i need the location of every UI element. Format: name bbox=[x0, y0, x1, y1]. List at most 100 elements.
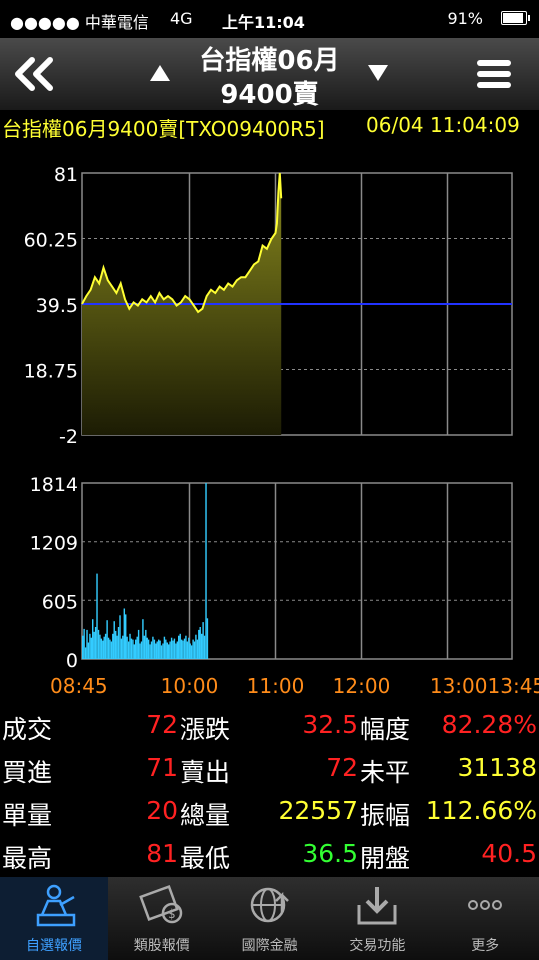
stat-label: 總量 bbox=[180, 801, 231, 830]
volume-bar bbox=[176, 641, 179, 659]
volume-bar bbox=[142, 619, 144, 659]
battery-icon bbox=[501, 11, 530, 25]
y-tick-label: 18.75 bbox=[24, 361, 78, 383]
volume-bar bbox=[168, 644, 170, 659]
volume-bar bbox=[96, 573, 98, 659]
y-tick-label: 0 bbox=[66, 650, 78, 672]
time-tick-label: 13:45 bbox=[488, 674, 539, 698]
volume-bar bbox=[156, 641, 158, 659]
tab-globe[interactable]: 國際金融 bbox=[216, 877, 324, 960]
volume-bar bbox=[109, 639, 111, 659]
y-tick-label: 1814 bbox=[30, 474, 78, 496]
volume-bar bbox=[100, 638, 103, 659]
volume-bar bbox=[132, 639, 134, 659]
stat-value: 72 bbox=[146, 710, 178, 739]
stat-value: 72 bbox=[326, 753, 358, 782]
menu-button[interactable] bbox=[468, 50, 520, 98]
carrier-label: ●●●●● 中華電信 bbox=[10, 13, 149, 32]
stat-value: 31138 bbox=[457, 753, 537, 782]
time-tick-label: 08:45 bbox=[50, 674, 108, 698]
tab-more-dots[interactable]: 更多 bbox=[431, 877, 539, 960]
quote-datetime: 06/04 11:04:09 bbox=[366, 113, 520, 137]
volume-bar bbox=[110, 641, 113, 659]
nav-bar: 台指權06月 9400賣 bbox=[0, 38, 539, 110]
time-axis: 08:45 10:00 11:00 12:00 13:00 13:45 bbox=[50, 674, 539, 698]
volume-bar bbox=[123, 608, 126, 659]
stat-value: 112.66% bbox=[425, 796, 537, 825]
volume-bar bbox=[119, 615, 121, 659]
volume-bar bbox=[162, 643, 164, 659]
volume-bar bbox=[206, 618, 209, 659]
stat-label: 買進 bbox=[2, 758, 53, 787]
tab-tray-download[interactable]: 交易功能 bbox=[323, 877, 431, 960]
stat-label: 最低 bbox=[180, 844, 231, 873]
volume-chart: 1814 1209 605 0 bbox=[30, 474, 513, 672]
volume-bar bbox=[122, 635, 124, 659]
volume-bar bbox=[159, 640, 161, 659]
time-tick-label: 10:00 bbox=[161, 674, 219, 698]
y-tick-label: 605 bbox=[42, 591, 78, 613]
volume-bar bbox=[198, 629, 200, 659]
volume-bar bbox=[160, 645, 163, 659]
stats-row: 買進 71 賣出 72 未平 31138 bbox=[0, 749, 539, 791]
more-dots-icon bbox=[468, 900, 503, 910]
stat-value: 40.5 bbox=[481, 839, 537, 868]
stat-label: 振幅 bbox=[360, 801, 411, 830]
status-bar: ●●●●● 中華電信 4G 上午11:04 91% bbox=[0, 0, 539, 38]
volume-bar bbox=[196, 639, 199, 659]
page-subtitle: 9400賣 bbox=[220, 80, 319, 110]
battery-percent: 91% bbox=[447, 9, 483, 28]
volume-bar bbox=[173, 638, 176, 659]
time-tick-label: 13:00 bbox=[430, 674, 488, 698]
stat-label: 成交 bbox=[2, 715, 53, 744]
clock-label: 上午11:04 bbox=[222, 13, 305, 32]
stat-label: 漲跌 bbox=[180, 715, 231, 744]
volume-bar bbox=[137, 629, 140, 659]
volume-bar bbox=[180, 639, 183, 659]
volume-bar bbox=[182, 640, 184, 659]
volume-bar bbox=[87, 642, 90, 659]
volume-bar bbox=[125, 614, 127, 659]
volume-bar bbox=[178, 635, 180, 659]
volume-bar bbox=[112, 633, 114, 659]
tab-film-coin[interactable]: $ 類股報價 bbox=[108, 877, 216, 960]
tab-stock-picker[interactable]: 自選報價 bbox=[0, 877, 108, 960]
volume-bar bbox=[89, 633, 91, 659]
volume-bar bbox=[146, 637, 148, 659]
stat-label: 開盤 bbox=[360, 844, 411, 873]
svg-text:$: $ bbox=[168, 907, 176, 921]
time-tick-label: 12:00 bbox=[333, 674, 391, 698]
stat-value: 81 bbox=[146, 839, 178, 868]
volume-bar bbox=[201, 633, 203, 659]
stat-value: 82.28% bbox=[441, 710, 537, 739]
volume-bar bbox=[185, 635, 187, 659]
volume-bar bbox=[117, 627, 120, 659]
volume-bar bbox=[147, 639, 150, 659]
volume-bar bbox=[186, 641, 189, 659]
y-tick-label: 39.5 bbox=[36, 295, 78, 317]
volume-bar bbox=[190, 645, 193, 659]
tab-label: 交易功能 bbox=[349, 938, 406, 954]
stat-value: 71 bbox=[146, 753, 178, 782]
volume-bar bbox=[172, 640, 174, 659]
volume-bar bbox=[93, 631, 95, 659]
volume-bar bbox=[202, 622, 204, 659]
triangle-down-icon bbox=[368, 65, 388, 81]
volume-bar bbox=[152, 636, 154, 659]
tray-download-icon bbox=[357, 887, 397, 925]
ticker-bar: 台指權06月9400賣[TXO09400R5] 06/04 11:04:09 bbox=[0, 110, 539, 140]
volume-bar bbox=[166, 642, 169, 659]
stat-value: 22557 bbox=[278, 796, 358, 825]
stats-row: 最高 81 最低 36.5 開盤 40.5 bbox=[0, 835, 539, 877]
volume-bar bbox=[158, 639, 160, 659]
volume-bar bbox=[97, 629, 100, 659]
volume-bar bbox=[94, 627, 97, 659]
volume-bar bbox=[135, 639, 137, 659]
next-contract-button[interactable] bbox=[360, 56, 396, 90]
film-coin-icon: $ bbox=[138, 884, 183, 924]
volume-bar bbox=[188, 637, 190, 659]
volume-bar bbox=[139, 643, 141, 659]
volume-bar bbox=[192, 639, 194, 659]
tab-label: 類股報價 bbox=[133, 938, 190, 954]
volume-bar bbox=[170, 637, 173, 659]
